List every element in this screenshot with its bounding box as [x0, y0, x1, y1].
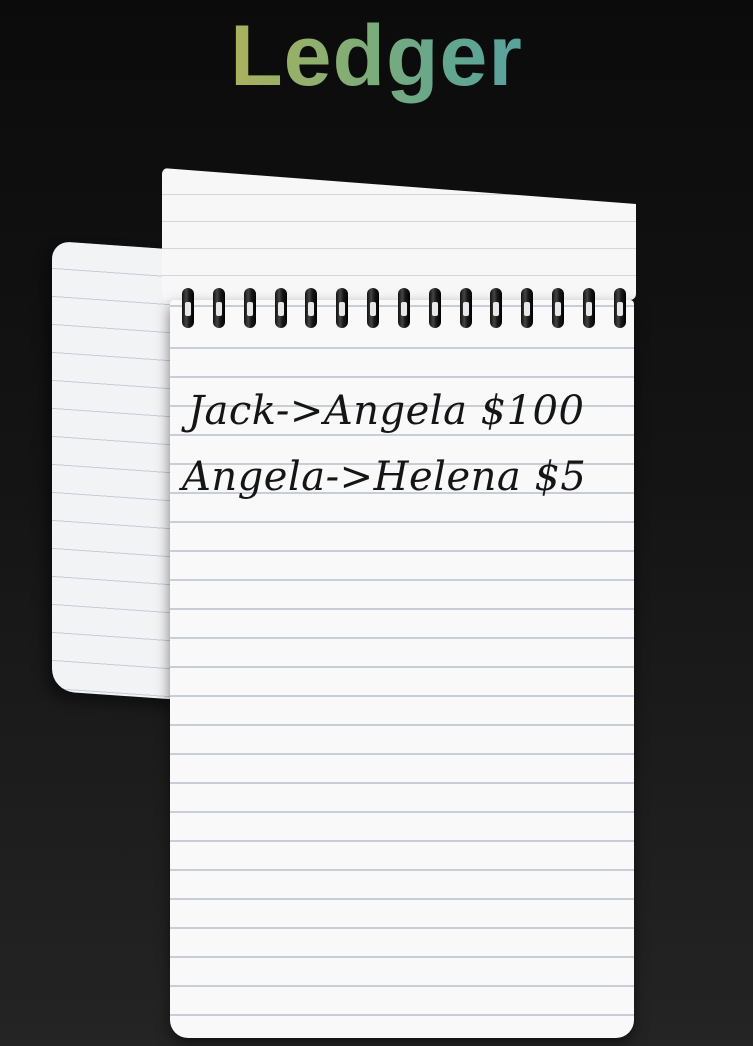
folded-top-cover — [162, 168, 636, 300]
notepad: Jack->Angela $100 Angela->Helena $5 — [0, 0, 753, 1046]
binding-ring — [581, 288, 597, 332]
binding-ring — [242, 288, 258, 332]
ledger-entry: Angela->Helena $5 — [182, 454, 587, 500]
binding-ring — [427, 288, 443, 332]
binding-ring — [458, 288, 474, 332]
binding-ring — [519, 288, 535, 332]
ledger-entry: Jack->Angela $100 — [188, 388, 585, 434]
binding-ring — [303, 288, 319, 332]
binding-ring — [550, 288, 566, 332]
binding-ring — [334, 288, 350, 332]
binding-ring — [180, 288, 196, 332]
spiral-binding-icon — [176, 288, 632, 336]
binding-ring — [273, 288, 289, 332]
flipped-back-page — [52, 240, 182, 700]
binding-ring — [488, 288, 504, 332]
binding-ring — [612, 288, 628, 332]
binding-ring — [211, 288, 227, 332]
binding-ring — [396, 288, 412, 332]
binding-ring — [365, 288, 381, 332]
